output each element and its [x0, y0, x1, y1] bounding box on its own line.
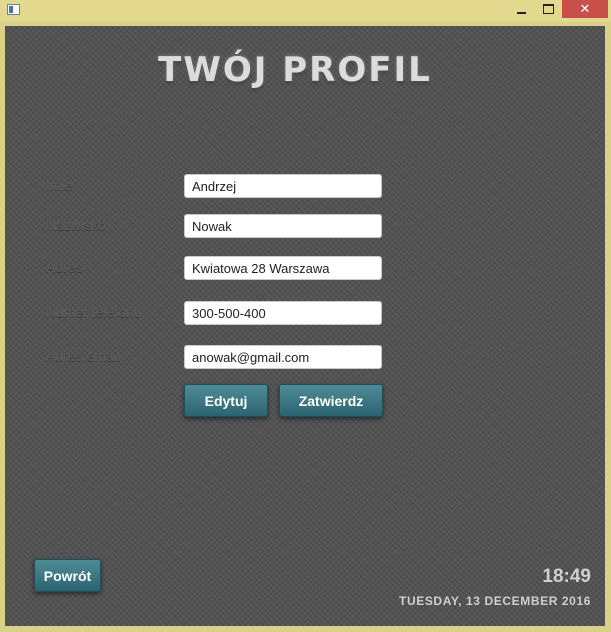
clock-time: 18:49 — [542, 566, 591, 587]
first-name-input[interactable] — [184, 174, 382, 198]
form-row-last-name: Nazwisko — [5, 214, 605, 240]
close-icon: ✕ — [579, 1, 591, 17]
back-button[interactable]: Powrót — [34, 559, 101, 592]
last-name-label: Nazwisko — [46, 217, 106, 233]
last-name-input[interactable] — [184, 214, 382, 238]
page-title: TWÓJ PROFIL — [158, 50, 432, 90]
email-label: Adres email — [46, 348, 120, 364]
close-button[interactable]: ✕ — [562, 0, 608, 18]
maximize-button[interactable] — [534, 0, 562, 18]
first-name-label: Imię — [46, 177, 73, 193]
profile-panel: TWÓJ PROFIL Imię Nazwisko Adres Numer te… — [5, 26, 605, 626]
phone-label: Numer telefonu — [46, 304, 142, 320]
email-input[interactable] — [184, 345, 382, 369]
phone-input[interactable] — [184, 301, 382, 325]
confirm-button[interactable]: Zatwierdz — [279, 384, 383, 417]
form-row-address: Adres — [5, 256, 605, 282]
window-titlebar: ✕ — [0, 0, 611, 22]
edit-button[interactable]: Edytuj — [184, 384, 268, 417]
minimize-button[interactable] — [507, 0, 535, 18]
form-row-email: Adres email — [5, 345, 605, 371]
address-label: Adres — [46, 259, 83, 275]
form-row-first-name: Imię — [5, 174, 605, 200]
form-row-phone: Numer telefonu — [5, 301, 605, 327]
address-input[interactable] — [184, 256, 382, 280]
app-window-icon[interactable] — [7, 4, 20, 15]
minimize-icon — [516, 12, 526, 14]
maximize-icon — [542, 4, 554, 14]
clock-date: TUESDAY, 13 DECEMBER 2016 — [399, 594, 591, 608]
